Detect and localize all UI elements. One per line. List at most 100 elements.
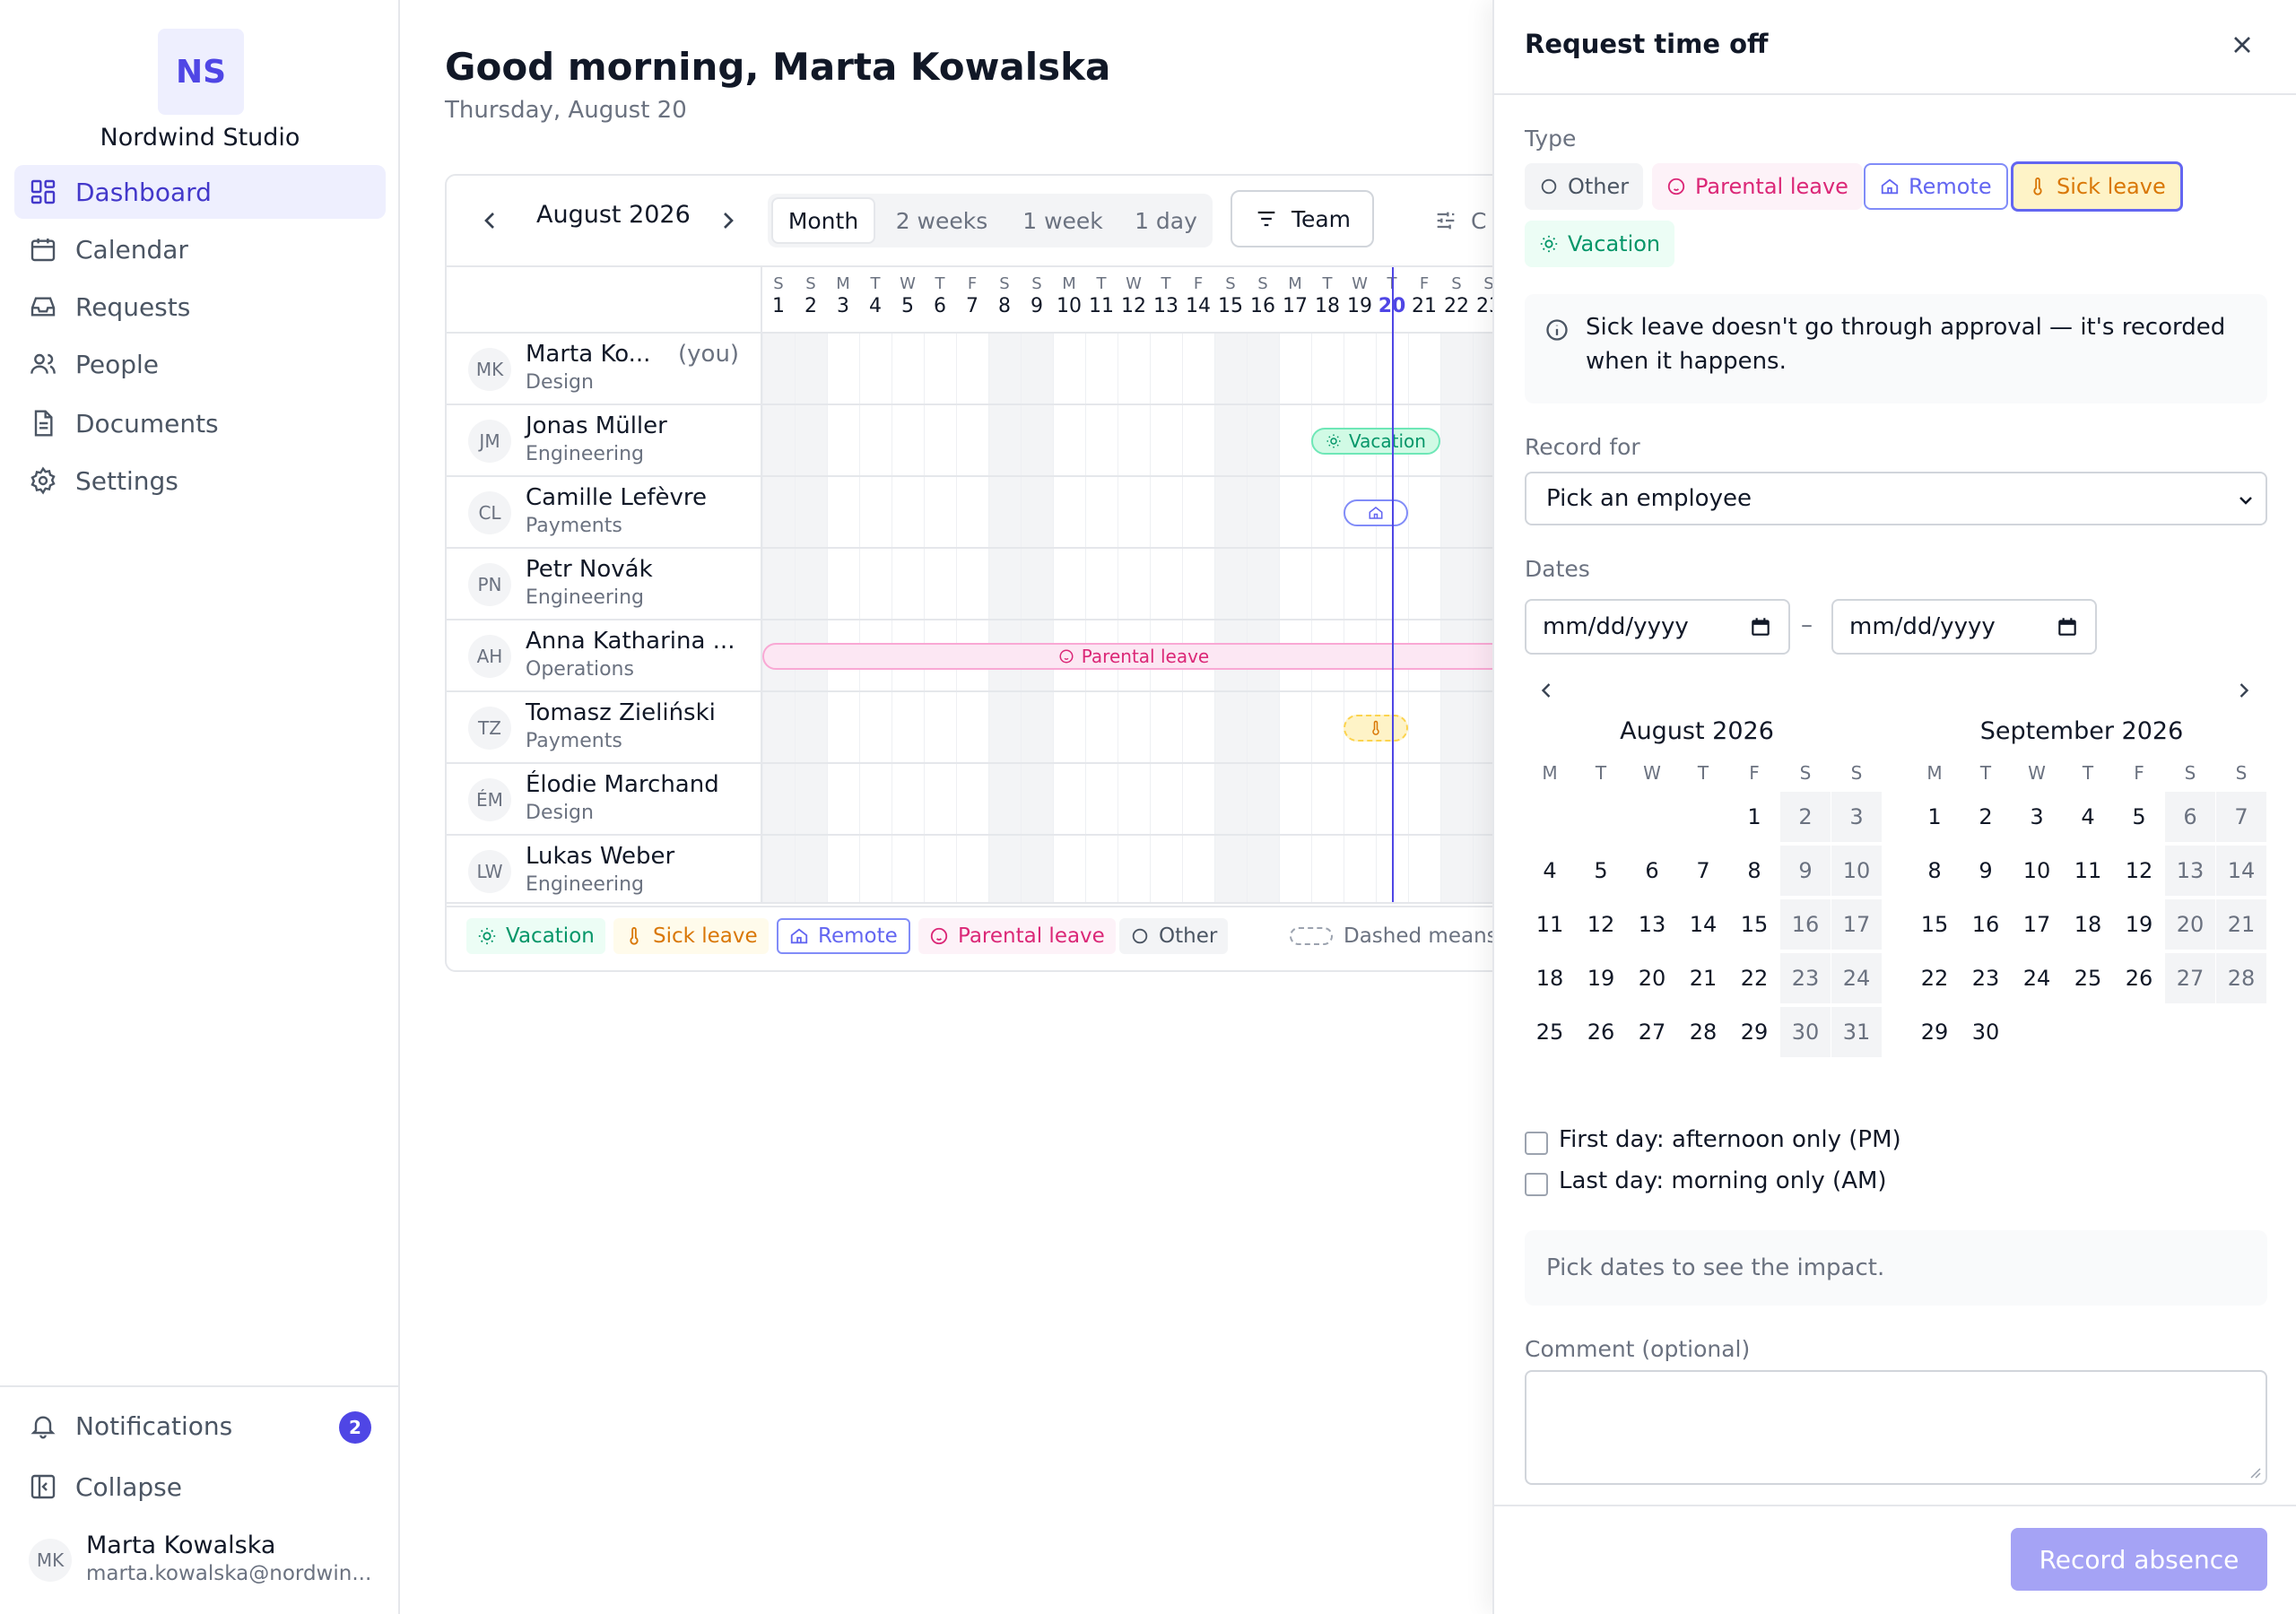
type-chip-parental-leave[interactable]: Parental leave bbox=[1652, 163, 1863, 210]
datepicker-day[interactable]: 20 bbox=[2165, 899, 2215, 950]
employee-select[interactable]: Pick an employee bbox=[1525, 472, 2267, 525]
datepicker-day[interactable]: 8 bbox=[1729, 846, 1779, 896]
datepicker-day[interactable]: 14 bbox=[1678, 899, 1728, 950]
datepicker-day[interactable]: 1 bbox=[1729, 792, 1779, 842]
datepicker-day[interactable]: 13 bbox=[2165, 846, 2215, 896]
datepicker-day[interactable]: 27 bbox=[2165, 953, 2215, 1003]
datepicker-day[interactable]: 6 bbox=[1627, 846, 1677, 896]
absence-bar[interactable]: Vacation bbox=[1311, 428, 1440, 455]
datepicker-day[interactable]: 8 bbox=[1909, 846, 1960, 896]
datepicker-day[interactable]: 15 bbox=[1909, 899, 1960, 950]
datepicker-day[interactable]: 24 bbox=[2012, 953, 2062, 1003]
datepicker-day[interactable]: 19 bbox=[1576, 953, 1626, 1003]
datepicker-day[interactable]: 3 bbox=[1831, 792, 1882, 842]
team-filter-button[interactable]: Team bbox=[1231, 190, 1374, 247]
datepicker-day[interactable]: 18 bbox=[1525, 953, 1575, 1003]
table-row[interactable]: MK Marta Ko... (you) Design bbox=[447, 334, 1519, 405]
first-day-pm-checkbox[interactable] bbox=[1525, 1132, 1548, 1155]
datepicker-day[interactable]: 12 bbox=[2114, 846, 2164, 896]
view-2-weeks-tab[interactable]: 2 weeks bbox=[881, 197, 1003, 244]
nav-item-notifications[interactable]: Notifications bbox=[14, 1399, 386, 1453]
datepicker-day[interactable]: 14 bbox=[2216, 846, 2266, 896]
absence-bar[interactable] bbox=[1344, 499, 1408, 526]
datepicker-day[interactable]: 29 bbox=[1909, 1007, 1960, 1057]
datepicker-day[interactable]: 4 bbox=[1525, 846, 1575, 896]
last-day-am-checkbox[interactable] bbox=[1525, 1173, 1548, 1196]
datepicker-day[interactable]: 6 bbox=[2165, 792, 2215, 842]
datepicker-day[interactable]: 25 bbox=[1525, 1007, 1575, 1057]
datepicker-day[interactable]: 5 bbox=[1576, 846, 1626, 896]
datepicker-day[interactable]: 28 bbox=[1678, 1007, 1728, 1057]
datepicker-day[interactable]: 22 bbox=[1909, 953, 1960, 1003]
datepicker-day[interactable]: 26 bbox=[2114, 953, 2164, 1003]
type-chip-sick-leave[interactable]: Sick leave bbox=[2011, 161, 2183, 212]
datepicker-day[interactable]: 22 bbox=[1729, 953, 1779, 1003]
absence-bar[interactable] bbox=[1344, 715, 1408, 742]
datepicker-day[interactable]: 19 bbox=[2114, 899, 2164, 950]
end-date-input[interactable]: mm/dd/yyyy bbox=[1831, 599, 2097, 655]
datepicker-day[interactable]: 23 bbox=[1961, 953, 2011, 1003]
datepicker-day[interactable]: 2 bbox=[1780, 792, 1831, 842]
datepicker-day[interactable]: 3 bbox=[2012, 792, 2062, 842]
datepicker-day[interactable]: 18 bbox=[2063, 899, 2113, 950]
nav-item-people[interactable]: People bbox=[14, 337, 386, 391]
datepicker-day[interactable]: 16 bbox=[1961, 899, 2011, 950]
type-chip-other[interactable]: Other bbox=[1525, 163, 1644, 210]
datepicker-day[interactable]: 10 bbox=[1831, 846, 1882, 896]
datepicker-day[interactable]: 11 bbox=[1525, 899, 1575, 950]
datepicker-day[interactable]: 12 bbox=[1576, 899, 1626, 950]
view-1-week-tab[interactable]: 1 week bbox=[1006, 197, 1119, 244]
datepicker-day[interactable]: 13 bbox=[1627, 899, 1677, 950]
datepicker-day[interactable]: 30 bbox=[1780, 1007, 1831, 1057]
type-chip-remote[interactable]: Remote bbox=[1864, 163, 2008, 210]
view-1-day-tab[interactable]: 1 day bbox=[1123, 197, 1209, 244]
nav-item-dashboard[interactable]: Dashboard bbox=[14, 165, 386, 219]
datepicker-day[interactable]: 30 bbox=[1961, 1007, 2011, 1057]
datepicker-day[interactable]: 2 bbox=[1961, 792, 2011, 842]
start-date-input[interactable]: mm/dd/yyyy bbox=[1525, 599, 1790, 655]
type-chip-vacation[interactable]: Vacation bbox=[1525, 221, 1675, 267]
record-absence-button[interactable]: Record absence bbox=[2011, 1528, 2267, 1591]
datepicker-prev-button[interactable] bbox=[1534, 678, 1559, 703]
collapse-button[interactable]: Collapse bbox=[14, 1460, 386, 1514]
columns-button[interactable]: C bbox=[1433, 197, 1486, 244]
avatar[interactable]: MK bbox=[29, 1539, 72, 1582]
datepicker-day[interactable]: 9 bbox=[1780, 846, 1831, 896]
datepicker-day[interactable]: 23 bbox=[1780, 953, 1831, 1003]
datepicker-day[interactable]: 28 bbox=[2216, 953, 2266, 1003]
datepicker-day[interactable]: 17 bbox=[2012, 899, 2062, 950]
datepicker-day[interactable]: 17 bbox=[1831, 899, 1882, 950]
nav-item-documents[interactable]: Documents bbox=[14, 396, 386, 450]
datepicker-next-button[interactable] bbox=[2231, 678, 2257, 703]
datepicker-day[interactable]: 10 bbox=[2012, 846, 2062, 896]
datepicker-day[interactable]: 29 bbox=[1729, 1007, 1779, 1057]
datepicker-day[interactable]: 15 bbox=[1729, 899, 1779, 950]
datepicker-day[interactable]: 7 bbox=[2216, 792, 2266, 842]
nav-item-settings[interactable]: Settings bbox=[14, 454, 386, 508]
comment-textarea[interactable] bbox=[1525, 1370, 2267, 1485]
datepicker-day[interactable]: 25 bbox=[2063, 953, 2113, 1003]
table-row[interactable]: LW Lukas Weber Engineering bbox=[447, 836, 1519, 907]
nav-item-requests[interactable]: Requests bbox=[14, 280, 386, 334]
datepicker-day[interactable]: 11 bbox=[2063, 846, 2113, 896]
prev-month-button[interactable] bbox=[475, 206, 504, 235]
datepicker-day[interactable]: 24 bbox=[1831, 953, 1882, 1003]
datepicker-day[interactable]: 31 bbox=[1831, 1007, 1882, 1057]
datepicker-day[interactable]: 1 bbox=[1909, 792, 1960, 842]
datepicker-day[interactable]: 7 bbox=[1678, 846, 1728, 896]
datepicker-day[interactable]: 21 bbox=[2216, 899, 2266, 950]
datepicker-day[interactable]: 27 bbox=[1627, 1007, 1677, 1057]
nav-item-calendar[interactable]: Calendar bbox=[14, 222, 386, 276]
datepicker-day[interactable]: 16 bbox=[1780, 899, 1831, 950]
view-month-tab[interactable]: Month bbox=[771, 197, 875, 244]
close-button[interactable] bbox=[2228, 30, 2257, 59]
datepicker-day[interactable]: 26 bbox=[1576, 1007, 1626, 1057]
datepicker-day[interactable]: 4 bbox=[2063, 792, 2113, 842]
table-row[interactable]: PN Petr Novák Engineering bbox=[447, 549, 1519, 620]
datepicker-day[interactable]: 9 bbox=[1961, 846, 2011, 896]
table-row[interactable]: ÉM Élodie Marchand Design bbox=[447, 764, 1519, 836]
datepicker-day[interactable]: 20 bbox=[1627, 953, 1677, 1003]
datepicker-day[interactable]: 5 bbox=[2114, 792, 2164, 842]
next-month-button[interactable] bbox=[714, 206, 743, 235]
datepicker-day[interactable]: 21 bbox=[1678, 953, 1728, 1003]
